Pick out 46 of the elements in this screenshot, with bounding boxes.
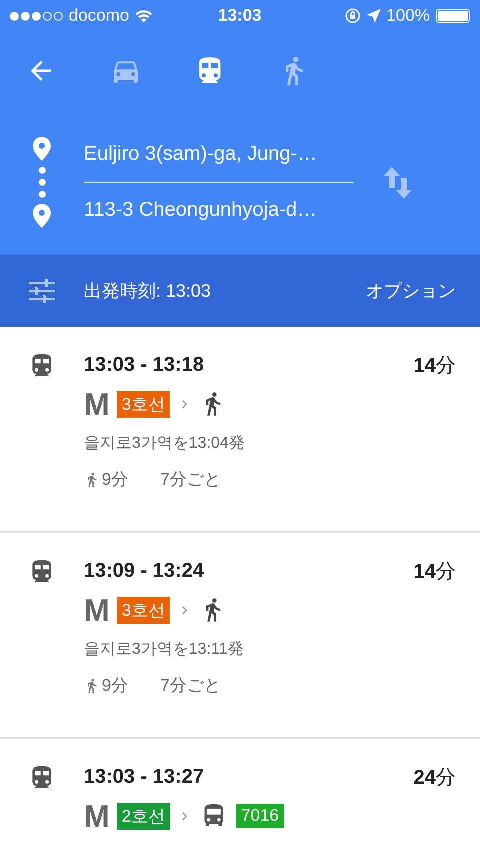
line-badge: 7016 <box>236 804 284 828</box>
destination-field[interactable]: 113-3 Cheongunhyoja-d… <box>84 183 354 238</box>
walk-time: 9分 <box>102 469 128 491</box>
metro-logo: M <box>84 800 109 832</box>
frequency: 7分ごと <box>160 469 221 491</box>
line-badge: 2호선 <box>116 802 170 830</box>
departure-time[interactable]: 出発時刻: 13:03 <box>84 279 366 303</box>
route-times: 13:03 - 13:18 <box>84 354 204 377</box>
route-times: 13:09 - 13:24 <box>84 560 204 583</box>
frequency: 7分ごと <box>160 675 221 697</box>
options-link[interactable]: オプション <box>366 279 480 303</box>
route-duration: 14分 <box>414 354 456 379</box>
route-card[interactable]: 13:03 - 13:27 24分 M 2호선 7016 <box>0 739 480 852</box>
signal-dot <box>54 12 63 20</box>
signal-dot <box>21 12 30 20</box>
chevron-icon <box>182 400 188 408</box>
signal-dot <box>32 12 41 20</box>
route-duration: 24分 <box>414 766 456 791</box>
location-arrow-icon <box>366 9 381 23</box>
route-times: 13:03 - 13:27 <box>84 766 204 789</box>
route-dots-icon <box>38 167 46 198</box>
carrier-name: docomo <box>69 6 130 26</box>
metro-logo: M <box>84 594 109 626</box>
metro-logo: M <box>84 388 109 420</box>
chevron-icon <box>182 606 188 614</box>
departure-info: 을지로3가역を13:11発 <box>84 640 245 660</box>
departure-info: 을지로3가역を13:04発 <box>84 434 246 454</box>
origin-field[interactable]: Euljiro 3(sam)-ga, Jung-… <box>84 127 354 182</box>
route-card[interactable]: 13:09 - 13:24 14分 M 3호선 을지로3가역を13:11発 9分 7分ごと <box>0 533 480 739</box>
pin-icon <box>33 137 51 161</box>
clock-time: 13:03 <box>218 6 262 26</box>
line-badge: 3호선 <box>116 390 170 418</box>
rotation-lock-icon <box>344 8 361 24</box>
walk-time: 9分 <box>102 675 128 697</box>
signal-dot <box>43 12 52 20</box>
swap-arrows-icon[interactable] <box>384 166 412 198</box>
signal-dot <box>10 12 19 20</box>
battery-icon <box>436 9 470 23</box>
pin-icon <box>33 204 51 228</box>
wifi-icon <box>135 9 154 23</box>
route-duration: 14分 <box>414 560 456 585</box>
route-card[interactable]: 13:03 - 13:18 14分 M 3호선 을지로3가역を13:04発 9分 7分ごと <box>0 327 480 533</box>
chevron-icon <box>182 812 188 820</box>
battery-percent: 100% <box>386 6 430 26</box>
line-badge: 3호선 <box>116 596 170 624</box>
sliders-icon[interactable] <box>29 279 55 303</box>
